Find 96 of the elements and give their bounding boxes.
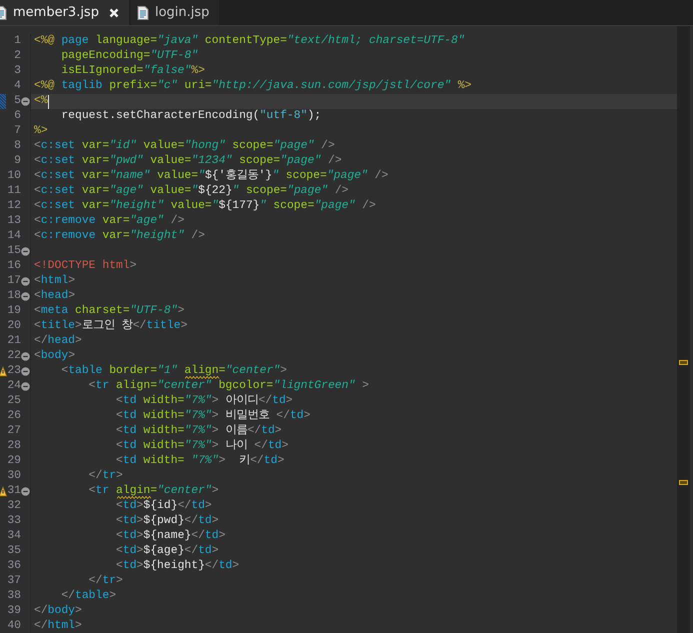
code-line: <td width= "7%"> 키</td> [115, 454, 284, 469]
line-number: 29 [7, 454, 21, 469]
code-line: <c:set var="pwd" value="1234" scope="page" /> [34, 154, 342, 169]
code-line: <%@ page language="java" contentType="text/html; charset=UTF-8" [34, 34, 465, 49]
code-line: <c:set var="id" value="hong" scope="page" /> [34, 139, 335, 154]
collapse-icon[interactable] [21, 352, 30, 361]
line-number: 36 [7, 559, 21, 574]
code-line: </tr> [88, 469, 123, 484]
line-number: 6 [13, 109, 21, 124]
code-line: pageEncoding="UTF-8" [60, 49, 198, 64]
line-number: 18 [7, 289, 21, 304]
line-number: 2 [13, 49, 21, 64]
code-line: request.setCharacterEncoding("utf-8"); [60, 109, 322, 124]
collapse-icon[interactable] [21, 97, 30, 106]
line-number: 1 [13, 34, 21, 49]
file-icon [136, 6, 149, 20]
line-number: 14 [7, 229, 21, 244]
code-line: <% [34, 94, 48, 109]
line-number: 10 [7, 169, 21, 184]
collapse-icon[interactable] [21, 277, 30, 286]
line-number: 22 [7, 349, 21, 364]
tab-label: login.jsp [154, 5, 210, 20]
code-line: <body> [34, 349, 76, 364]
tab-label: member3.jsp [13, 5, 99, 20]
line-number: 4 [13, 79, 21, 94]
code-line: isELIgnored="false"%> [60, 64, 205, 79]
line-number: 35 [7, 544, 21, 559]
line-number: 31 [7, 484, 21, 499]
code-line: <%@ taglib prefix="c" uri="http://java.sun.com/jsp/jstl/core" %> [34, 79, 472, 94]
line-number: 21 [7, 334, 21, 349]
collapse-icon[interactable] [21, 367, 30, 376]
line-number: 9 [13, 154, 21, 169]
close-icon[interactable] [108, 8, 119, 18]
line-number: 24 [7, 379, 21, 394]
code-line: <c:remove var="age" /> [34, 214, 184, 229]
line-number: 13 [7, 214, 21, 229]
line-number: 20 [7, 319, 21, 334]
line-number: 30 [7, 469, 21, 484]
code-line: <c:set var="height" value="${177}" scope="page" /> [34, 199, 376, 214]
code-line: <td>${age}</td> [115, 544, 219, 559]
collapse-icon[interactable] [21, 382, 30, 391]
line-number: 28 [7, 439, 21, 454]
code-line: <c:set var="age" value="${22}" scope="page" /> [34, 184, 349, 199]
code-line: <title>로그인 창</title> [34, 319, 188, 334]
line-number: 12 [7, 199, 21, 214]
line-number: 40 [7, 619, 21, 633]
code-line: <meta charset="UTF-8"> [34, 304, 184, 319]
warning-marker[interactable] [679, 480, 688, 485]
code-line: </head> [34, 334, 82, 349]
code-line: <c:remove var="height" /> [34, 229, 205, 244]
text-cursor [48, 94, 49, 108]
code-line: </tr> [88, 574, 123, 589]
line-number: 33 [7, 514, 21, 529]
line-number: 23 [7, 364, 21, 379]
collapse-icon[interactable] [21, 247, 30, 256]
line-number: 37 [7, 574, 21, 589]
editor-tab[interactable]: member3.jsp [0, 0, 129, 25]
editor-tab[interactable]: login.jsp [130, 0, 220, 25]
line-number: 7 [13, 124, 21, 139]
line-number: 39 [7, 604, 21, 619]
line-number: 8 [13, 139, 21, 154]
code-line: <td>${pwd}</td> [115, 514, 219, 529]
code-line: </body> [34, 604, 82, 619]
code-line: <td>${name}</td> [115, 529, 226, 544]
code-line: <td width="7%"> 나이 </td> [115, 439, 288, 454]
code-line: %> [34, 124, 48, 139]
code-line: <td width="7%"> 아이디</td> [115, 394, 293, 409]
code-line: <table border="1" align="center"> [60, 364, 287, 379]
code-line: <td width="7%"> 비밀번호 </td> [115, 409, 310, 424]
code-line: <tr align="center" bgcolor="ligntGreen" > [88, 379, 369, 394]
line-number: 27 [7, 424, 21, 439]
line-number: 3 [13, 64, 21, 79]
line-number: 16 [7, 259, 21, 274]
code-line: </table> [60, 589, 116, 604]
warning-marker[interactable] [679, 360, 688, 365]
collapse-icon[interactable] [21, 292, 30, 301]
line-number: 15 [7, 244, 21, 259]
line-number: 5 [13, 94, 21, 109]
code-line: <c:set var="name" value="${'홍길동'}" scope="page" /> [34, 169, 388, 184]
line-number: 17 [7, 274, 21, 289]
code-line: <td>${id}</td> [115, 499, 212, 514]
line-number: 19 [7, 304, 21, 319]
code-line: <td>${height}</td> [115, 559, 240, 574]
code-line: <!DOCTYPE html> [34, 259, 137, 274]
line-number: 11 [7, 184, 21, 199]
line-number: 32 [7, 499, 21, 514]
line-number: 25 [7, 394, 21, 409]
line-number: 34 [7, 529, 21, 544]
code-line: <head> [34, 289, 76, 304]
code-line: <html> [34, 274, 76, 289]
code-line: <td width="7%"> 이름</td> [115, 424, 282, 439]
line-number: 26 [7, 409, 21, 424]
collapse-icon[interactable] [21, 487, 30, 496]
code-line: </html> [34, 619, 82, 633]
line-number: 38 [7, 589, 21, 604]
code-line: <tr algin="center"> [88, 484, 219, 499]
